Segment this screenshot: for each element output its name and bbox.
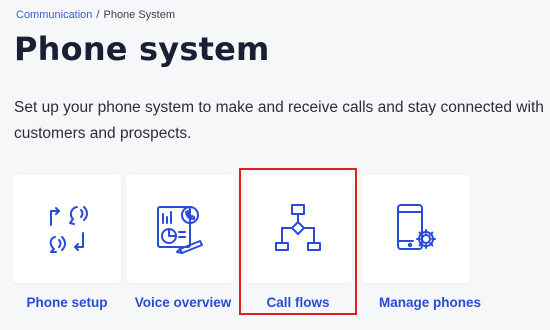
card-manage-phones[interactable] bbox=[362, 175, 470, 283]
breadcrumb: Communication / Phone System bbox=[16, 9, 175, 21]
page-title: Phone system bbox=[14, 30, 270, 68]
card-label-manage-phones[interactable]: Manage phones bbox=[362, 295, 498, 310]
card-label-phone-setup[interactable]: Phone setup bbox=[13, 295, 121, 310]
card-call-flows[interactable] bbox=[244, 175, 352, 283]
breadcrumb-separator: / bbox=[96, 9, 100, 21]
card-label-voice-overview[interactable]: Voice overview bbox=[126, 295, 240, 310]
card-voice-overview[interactable] bbox=[126, 175, 234, 283]
card-label-call-flows[interactable]: Call flows bbox=[244, 295, 352, 310]
card-phone-setup[interactable] bbox=[13, 175, 121, 283]
page-description: Set up your phone system to make and rec… bbox=[14, 99, 544, 142]
call-flows-icon bbox=[275, 204, 321, 251]
voice-overview-icon bbox=[157, 206, 203, 254]
phone-setup-icon bbox=[49, 206, 88, 253]
breadcrumb-link-communication[interactable]: Communication bbox=[16, 9, 92, 21]
breadcrumb-current: Phone System bbox=[103, 9, 176, 21]
manage-phones-icon bbox=[397, 204, 436, 250]
